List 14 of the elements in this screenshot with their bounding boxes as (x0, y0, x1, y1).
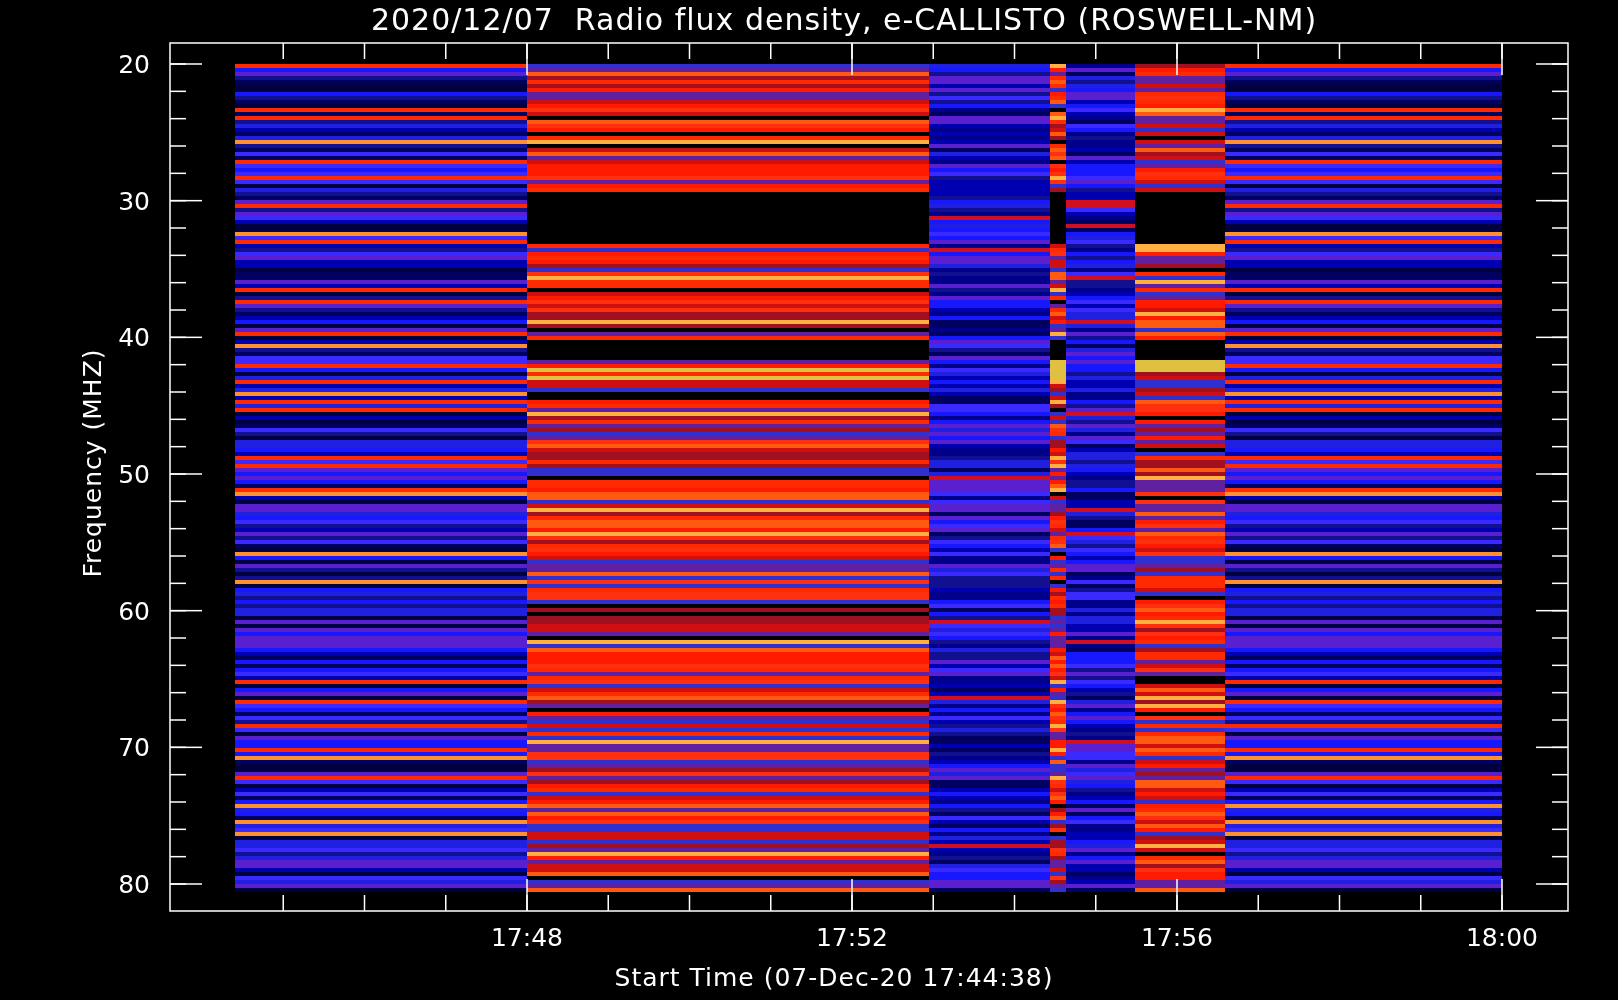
tick-label: 40 (118, 323, 150, 353)
chart-title: 2020/12/07 Radio flux density, e-CALLISTO (ROSWELL-NM) (369, 1, 1318, 39)
tick-label: 50 (118, 460, 150, 489)
tick-label: 17:52 (816, 923, 888, 952)
axis-label: Frequency (MHZ) (78, 348, 107, 578)
tick-label: 20 (118, 50, 150, 79)
tick-label: 18:00 (1466, 923, 1538, 952)
tick-label: 70 (118, 733, 150, 763)
tick-label: 17:48 (491, 923, 563, 952)
tick-label: 17:56 (1141, 923, 1213, 952)
tick-label: 30 (118, 186, 150, 216)
tick-label: 80 (118, 870, 150, 899)
axis-label: Start Time (07-Dec-20 17:44:38) (613, 962, 1054, 994)
tick-label: 60 (118, 596, 150, 626)
